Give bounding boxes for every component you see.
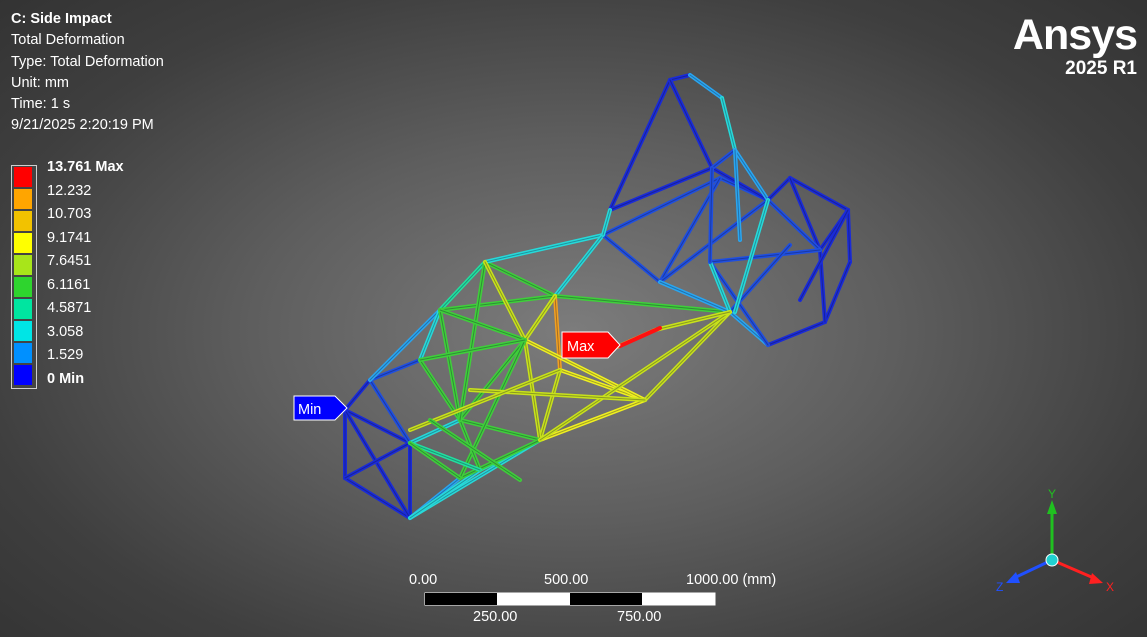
z-axis-head bbox=[1006, 572, 1020, 583]
x-axis-label: X bbox=[1106, 580, 1114, 594]
scale-label-250: 250.00 bbox=[473, 609, 518, 625]
scale-label-750: 750.00 bbox=[617, 609, 662, 625]
x-axis-arrow bbox=[1051, 558, 1097, 581]
triad-origin bbox=[1045, 553, 1059, 567]
y-axis-head bbox=[1047, 500, 1057, 514]
y-axis-label: Y bbox=[1048, 487, 1056, 501]
scale-bar-graphic bbox=[424, 592, 716, 606]
scale-label-500: 500.00 bbox=[544, 572, 589, 588]
scale-bar-seg1 bbox=[425, 593, 497, 605]
scale-bar-seg3 bbox=[570, 593, 642, 605]
coordinate-triad[interactable]: Y X Z bbox=[990, 480, 1130, 610]
z-axis-label: Z bbox=[996, 580, 1003, 594]
scale-label-1000: 1000.00 (mm) bbox=[686, 572, 777, 588]
scale-label-0: 0.00 bbox=[409, 572, 438, 588]
x-axis-head bbox=[1089, 573, 1103, 584]
